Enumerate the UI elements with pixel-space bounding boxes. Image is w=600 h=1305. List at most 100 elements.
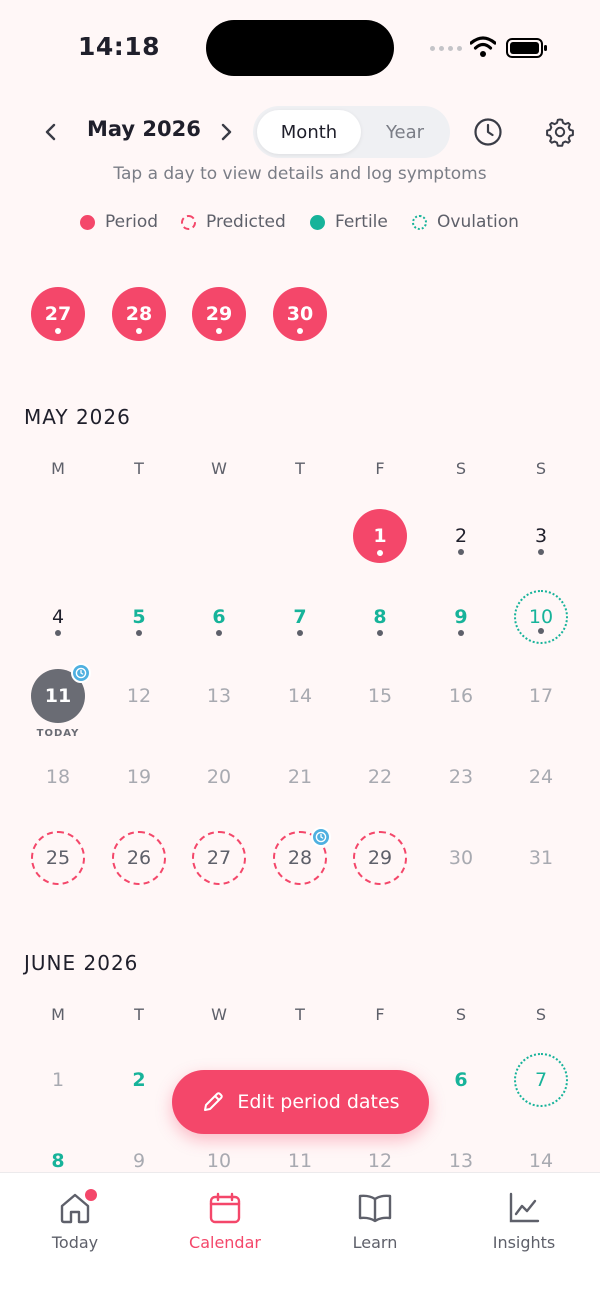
- weekday-label: S: [455, 459, 467, 478]
- calendar-day[interactable]: 5: [112, 590, 166, 644]
- calendar-day[interactable]: 9: [112, 1134, 166, 1172]
- calendar-day[interactable]: 28: [112, 287, 166, 341]
- calendar-day[interactable]: 9: [434, 590, 488, 644]
- predicted-dot-icon: [181, 214, 196, 230]
- calendar-day[interactable]: 13: [434, 1134, 488, 1172]
- weekday-label: S: [535, 1005, 547, 1024]
- calendar-day[interactable]: 7: [273, 590, 327, 644]
- calendar-day[interactable]: 16: [434, 669, 488, 723]
- calendar-day[interactable]: 10: [514, 590, 568, 644]
- tab-bar: Today Calendar Learn Insights: [0, 1172, 600, 1305]
- calendar-day[interactable]: 25: [31, 831, 85, 885]
- calendar-day[interactable]: 15: [353, 669, 407, 723]
- weekday-label: T: [295, 459, 305, 478]
- calendar-day[interactable]: 27: [31, 287, 85, 341]
- weekday-label: W: [211, 1005, 227, 1024]
- next-month-button[interactable]: [214, 118, 238, 146]
- calendar-day[interactable]: 26: [112, 831, 166, 885]
- weekday-label: S: [535, 459, 547, 478]
- hint-text: Tap a day to view details and log sympto…: [113, 164, 487, 184]
- tab-today[interactable]: Today: [15, 1189, 135, 1252]
- calendar-day[interactable]: 4: [31, 590, 85, 644]
- calendar-day[interactable]: 8: [353, 590, 407, 644]
- calendar-day[interactable]: 28: [273, 827, 331, 885]
- calendar-day[interactable]: 24: [514, 750, 568, 804]
- calendar-day[interactable]: 22: [353, 750, 407, 804]
- calendar-header: May 2026 Month Year: [0, 104, 600, 160]
- year-view-button[interactable]: Year: [363, 110, 447, 154]
- edit-period-dates-button[interactable]: Edit period dates: [172, 1070, 429, 1134]
- month-view-button[interactable]: Month: [257, 110, 361, 154]
- chevron-right-icon: [221, 123, 232, 141]
- month-heading-may: MAY 2026: [24, 405, 131, 429]
- tab-insights[interactable]: Insights: [464, 1191, 584, 1252]
- settings-button[interactable]: [542, 114, 578, 150]
- calendar-day[interactable]: 27: [192, 831, 246, 885]
- calendar-day[interactable]: 7: [514, 1053, 568, 1107]
- calendar-day[interactable]: 21: [273, 750, 327, 804]
- legend-period: Period: [80, 208, 158, 236]
- calendar-day[interactable]: 20: [192, 750, 246, 804]
- edit-period-dates-label: Edit period dates: [237, 1091, 400, 1113]
- calendar-scroll-area[interactable]: 27 28 29 30 MAY 2026 M T W T F S S 1 2 3…: [0, 250, 600, 1172]
- tab-calendar-label: Calendar: [189, 1233, 261, 1252]
- calendar-day[interactable]: 30: [273, 287, 327, 341]
- calendar-day[interactable]: 6: [434, 1053, 488, 1107]
- calendar-day[interactable]: 14: [273, 669, 327, 723]
- calendar-day[interactable]: 23: [434, 750, 488, 804]
- month-heading-june: JUNE 2026: [24, 951, 139, 975]
- tab-calendar[interactable]: Calendar: [165, 1191, 285, 1252]
- weekday-label: M: [51, 459, 65, 478]
- weekday-label: T: [134, 1005, 144, 1024]
- pencil-icon: [204, 1092, 224, 1111]
- reminder-clock-icon: [71, 663, 91, 683]
- calendar-day[interactable]: 30: [434, 831, 488, 885]
- clock-icon: [474, 118, 502, 146]
- book-icon: [358, 1194, 392, 1223]
- legend-predicted-label: Predicted: [206, 212, 286, 232]
- legend-predicted: Predicted: [181, 208, 286, 236]
- period-dot-icon: [80, 214, 95, 230]
- calendar-day[interactable]: 29: [353, 831, 407, 885]
- calendar-day[interactable]: 3: [514, 509, 568, 563]
- legend-ovulation-label: Ovulation: [437, 212, 519, 232]
- calendar-day[interactable]: 19: [112, 750, 166, 804]
- fertile-dot-icon: [310, 214, 325, 230]
- calendar-day[interactable]: 2: [434, 509, 488, 563]
- notification-dot: [85, 1189, 97, 1201]
- calendar-day[interactable]: 17: [514, 669, 568, 723]
- weekday-label: S: [455, 1005, 467, 1024]
- calendar-day[interactable]: 10: [192, 1134, 246, 1172]
- calendar-day[interactable]: 2: [112, 1053, 166, 1107]
- weekday-label: T: [295, 1005, 305, 1024]
- history-button[interactable]: [470, 114, 506, 150]
- calendar-icon: [209, 1192, 241, 1224]
- calendar-day-today[interactable]: 11: [31, 663, 91, 723]
- calendar-day[interactable]: 13: [192, 669, 246, 723]
- dynamic-island: [206, 20, 394, 76]
- prev-month-button[interactable]: [39, 118, 63, 146]
- legend: Period Predicted Fertile Ovulation: [0, 208, 600, 236]
- tab-learn[interactable]: Learn: [315, 1191, 435, 1252]
- calendar-day[interactable]: 12: [112, 669, 166, 723]
- calendar-day[interactable]: 11: [273, 1134, 327, 1172]
- tab-learn-label: Learn: [352, 1233, 398, 1252]
- chart-icon: [509, 1192, 540, 1223]
- weekday-label: F: [375, 459, 385, 478]
- reminder-clock-icon: [311, 827, 331, 847]
- calendar-day[interactable]: 6: [192, 590, 246, 644]
- tab-insights-label: Insights: [492, 1233, 556, 1252]
- calendar-day[interactable]: 1: [353, 509, 407, 563]
- calendar-day[interactable]: 1: [31, 1053, 85, 1107]
- battery-icon: [506, 38, 547, 58]
- calendar-day[interactable]: 29: [192, 287, 246, 341]
- weekday-label: M: [51, 1005, 65, 1024]
- calendar-day[interactable]: 14: [514, 1134, 568, 1172]
- status-time: 14:18: [78, 32, 161, 61]
- wifi-icon: [470, 36, 496, 57]
- gear-icon: [546, 118, 574, 147]
- calendar-day[interactable]: 31: [514, 831, 568, 885]
- calendar-day[interactable]: 12: [353, 1134, 407, 1172]
- calendar-day[interactable]: 8: [31, 1134, 85, 1172]
- calendar-day[interactable]: 18: [31, 750, 85, 804]
